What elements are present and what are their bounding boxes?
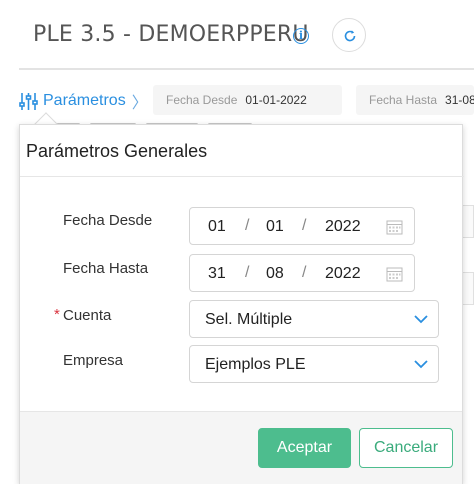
dialog-divider (20, 176, 464, 177)
date-month[interactable]: 08 (266, 265, 284, 283)
chevron-right-icon: 〉 (131, 95, 148, 112)
filter-label: Fecha Desde (166, 93, 238, 107)
filter-value: 31-08 (445, 93, 474, 107)
cancel-button[interactable]: Cancelar (359, 428, 453, 468)
date-year[interactable]: 2022 (325, 218, 361, 236)
empresa-select[interactable]: Ejemplos PLE (189, 345, 439, 383)
date-separator: / (302, 264, 307, 281)
date-separator: / (245, 264, 250, 281)
cuenta-value: Sel. Múltiple (205, 311, 293, 328)
parameters-link[interactable]: Parámetros 〉 (19, 89, 148, 113)
fecha-hasta-field[interactable]: 31 / 08 / 2022 (189, 254, 415, 292)
filter-toolbar: Parámetros 〉 Fecha Desde 01-01-2022 Fech… (0, 80, 474, 120)
empresa-label: Empresa (63, 352, 124, 369)
calendar-icon[interactable] (386, 266, 403, 282)
cuenta-label: * Cuenta (54, 306, 112, 324)
calendar-icon[interactable] (386, 219, 403, 235)
page-title: PLE 3.5 - DEMOERPPERU (33, 22, 309, 47)
filter-value: 01-01-2022 (245, 93, 307, 107)
background-field (462, 205, 474, 238)
refresh-button[interactable] (332, 18, 366, 52)
refresh-icon (344, 30, 356, 42)
info-icon[interactable]: i (293, 28, 309, 44)
filter-label: Fecha Hasta (369, 93, 438, 107)
date-separator: / (302, 217, 307, 234)
sliders-icon (19, 92, 38, 110)
date-day[interactable]: 31 (208, 265, 226, 283)
empresa-value: Ejemplos PLE (205, 356, 306, 373)
filter-fecha-hasta[interactable]: Fecha Hasta 31-08 (356, 85, 474, 115)
cuenta-select[interactable]: Sel. Múltiple (189, 300, 439, 338)
cuenta-label-text: Cuenta (63, 307, 112, 324)
page-header: PLE 3.5 - DEMOERPPERU i (0, 0, 474, 70)
chevron-down-icon (414, 360, 428, 369)
date-day[interactable]: 01 (208, 218, 226, 236)
filter-fecha-desde[interactable]: Fecha Desde 01-01-2022 (153, 85, 342, 115)
header-divider (19, 68, 474, 70)
fecha-hasta-label: Fecha Hasta (63, 260, 149, 277)
dialog-title: Parámetros Generales (26, 141, 208, 161)
date-month[interactable]: 01 (266, 218, 284, 236)
required-mark: * (54, 306, 60, 323)
date-separator: / (245, 217, 250, 234)
background-field (462, 272, 474, 305)
parameters-dialog: Parámetros Generales Fecha Desde 01 / 01… (19, 124, 464, 484)
accept-button[interactable]: Aceptar (258, 428, 351, 468)
dialog-footer: Aceptar Cancelar (20, 411, 462, 484)
fecha-desde-field[interactable]: 01 / 01 / 2022 (189, 207, 415, 245)
fecha-desde-label: Fecha Desde (63, 212, 153, 229)
chevron-down-icon (414, 315, 428, 324)
date-year[interactable]: 2022 (325, 265, 361, 283)
parameters-label: Parámetros (43, 92, 126, 109)
